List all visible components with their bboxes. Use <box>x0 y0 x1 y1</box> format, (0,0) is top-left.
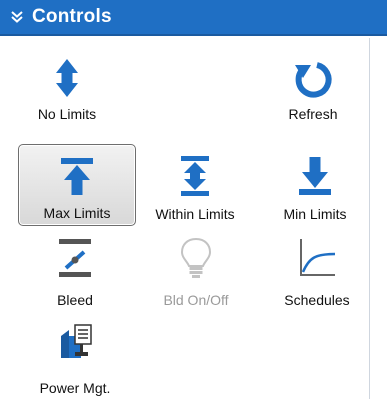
refresh-label: Refresh <box>288 106 338 122</box>
max-limits-button[interactable]: Max Limits <box>18 144 136 226</box>
max-limit-icon <box>55 155 99 199</box>
power-management-label: Power Mgt. <box>39 380 111 396</box>
min-limits-button[interactable]: Min Limits <box>256 144 374 226</box>
no-limits-button[interactable]: No Limits <box>8 44 126 126</box>
up-down-arrows-icon <box>45 56 89 100</box>
schedules-button[interactable]: Schedules <box>258 230 376 312</box>
light-bulb-icon <box>174 236 218 280</box>
bleed-icon <box>53 236 97 280</box>
refresh-button[interactable]: Refresh <box>254 44 372 126</box>
bleed-on-off-label: Bld On/Off <box>163 292 229 308</box>
max-limits-label: Max Limits <box>43 205 111 221</box>
within-limits-label: Within Limits <box>155 206 235 222</box>
within-limits-button[interactable]: Within Limits <box>136 144 254 226</box>
bleed-button[interactable]: Bleed <box>16 230 134 312</box>
controls-panel: Controls No Limits Refresh Max Limits Wi… <box>0 0 387 399</box>
schedule-curve-icon <box>295 236 339 280</box>
panel-title: Controls <box>32 6 112 27</box>
controls-grid: No Limits Refresh Max Limits Within Limi… <box>0 38 370 399</box>
no-limits-label: No Limits <box>37 106 97 122</box>
bleed-label: Bleed <box>57 292 93 308</box>
bleed-on-off-button[interactable]: Bld On/Off <box>137 230 255 312</box>
refresh-icon <box>291 56 335 100</box>
within-limits-icon <box>173 154 217 198</box>
power-management-icon <box>53 322 97 366</box>
power-management-button[interactable]: Power Mgt. <box>16 318 134 400</box>
min-limits-label: Min Limits <box>283 206 347 222</box>
min-limit-icon <box>293 154 337 198</box>
double-chevron-down-icon[interactable] <box>4 0 30 35</box>
schedules-label: Schedules <box>284 292 350 308</box>
panel-header[interactable]: Controls <box>0 0 387 36</box>
